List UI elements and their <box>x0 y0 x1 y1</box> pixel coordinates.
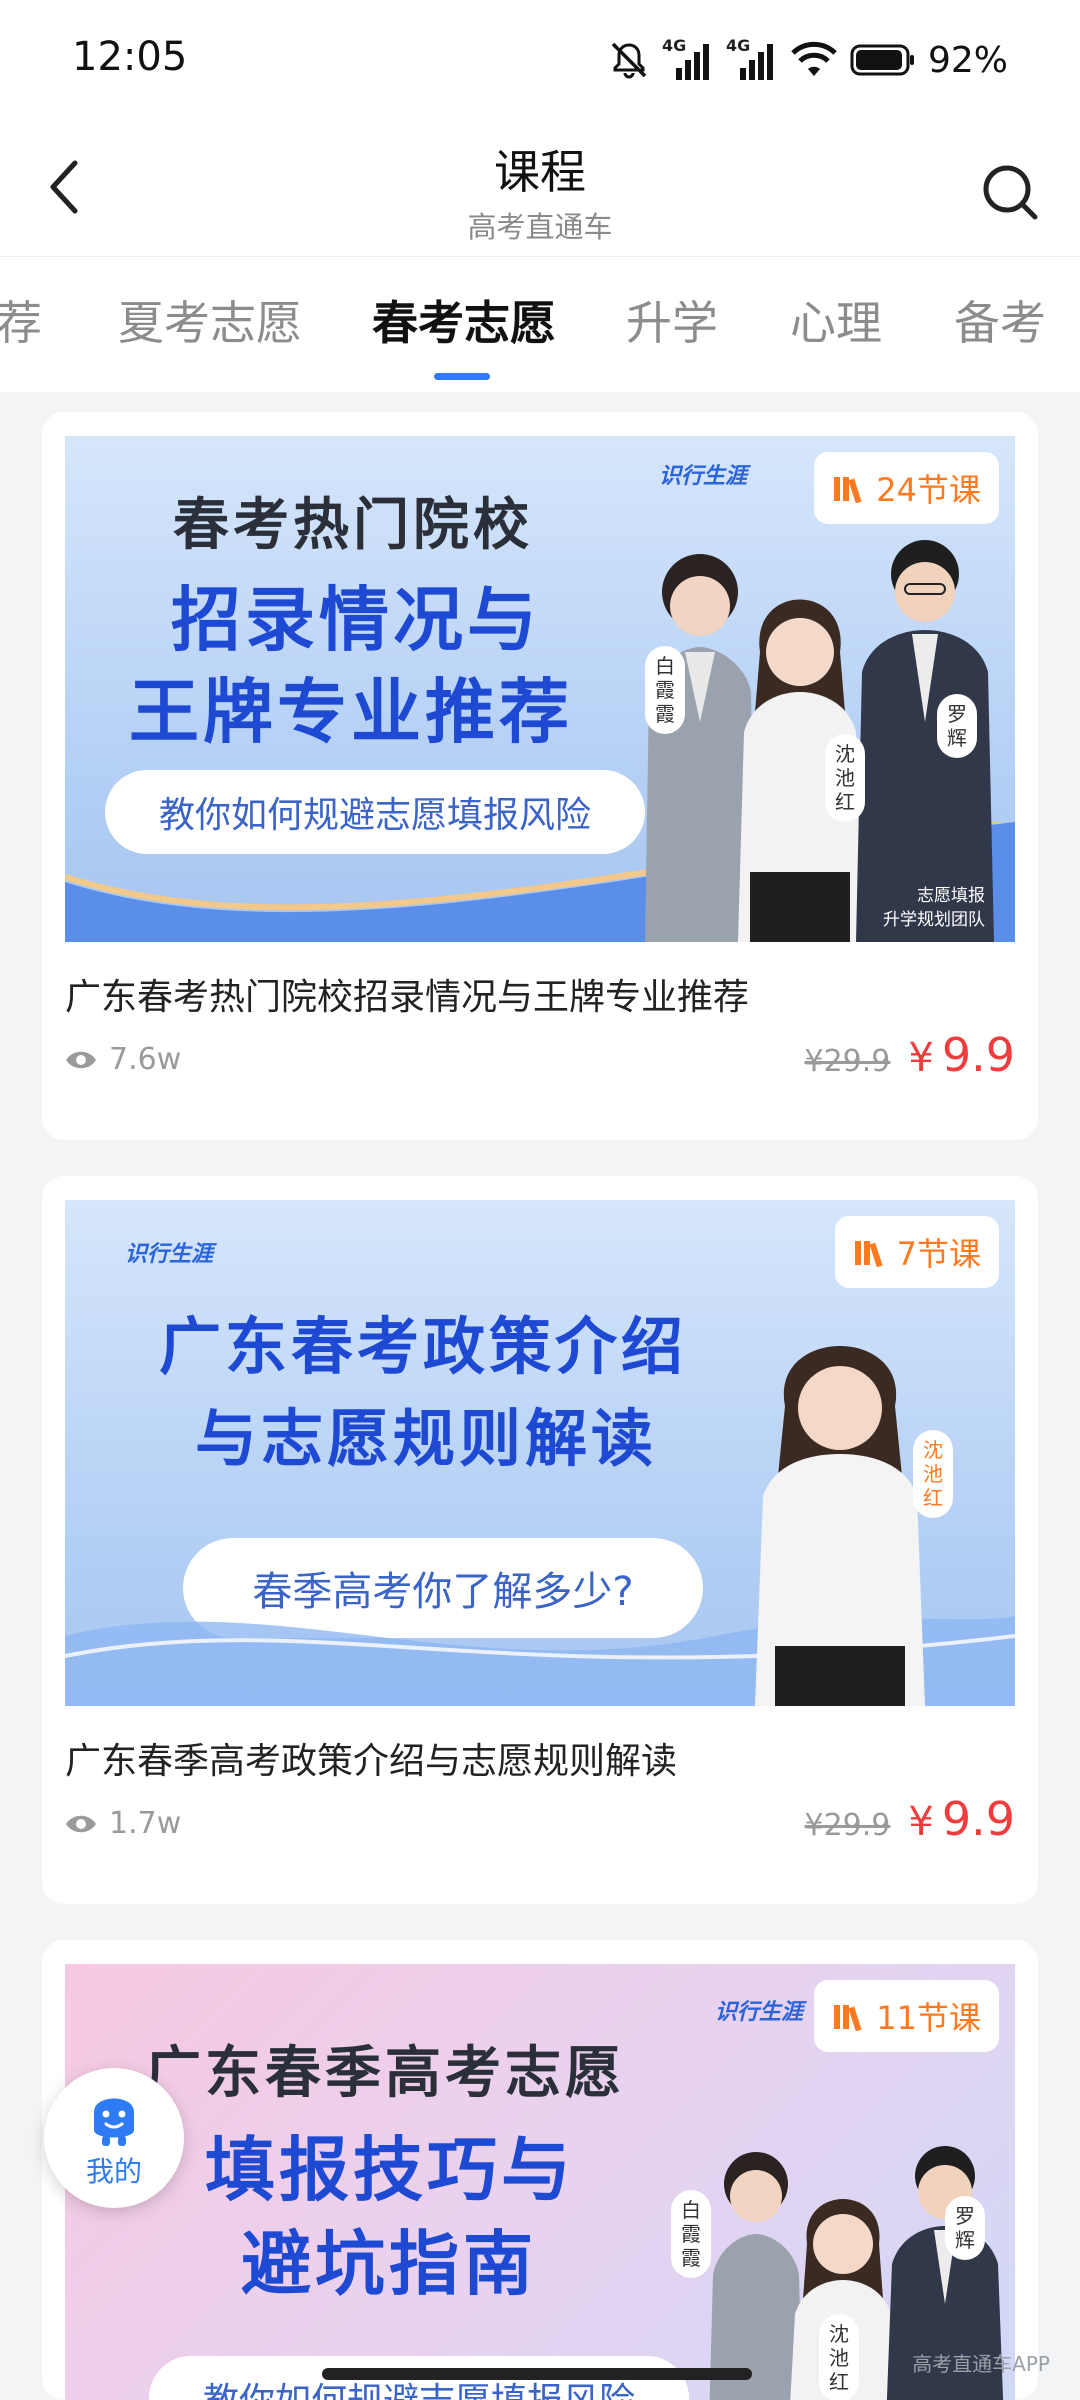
course-banner: 识行生涯 7节课 广东春考政策介绍 与志愿规则解读 春季高考你了解多少? 沈池红 <box>65 1200 1015 1706</box>
course-card[interactable]: 识行生涯 24节课 春考热门院校 招录情况与 王牌专业推荐 教你如何规避志愿填报… <box>42 412 1038 1140</box>
view-count-value: 7.6w <box>109 1042 182 1077</box>
team-label: 志愿填报 升学规划团队 <box>883 884 985 932</box>
tab-summer-exam[interactable]: 夏考志愿 <box>118 287 302 353</box>
eye-icon <box>66 1815 96 1832</box>
teacher-name-tag: 沈池红 <box>819 2314 859 2400</box>
battery-percent: 92% <box>927 39 1008 81</box>
current-price: ¥9.9 <box>908 1028 1015 1082</box>
page-subtitle: 高考直通车 <box>467 210 613 244</box>
brand-logo: 识行生涯 <box>659 464 748 489</box>
view-count: 7.6w <box>65 1042 181 1077</box>
price-group: ¥29.9 ¥9.9 <box>805 1792 1016 1846</box>
currency-symbol: ¥ <box>908 1799 934 1845</box>
tab-recommend[interactable]: 荐 <box>0 287 42 353</box>
my-profile-button[interactable]: 我的 <box>44 2068 184 2208</box>
teacher-name-tag: 罗辉 <box>937 694 977 758</box>
lesson-count: 11节课 <box>876 1999 981 2037</box>
category-tabs: 荐 夏考志愿 春考志愿 升学 心理 备考 <box>0 256 1080 392</box>
banner-headline-3: 避坑指南 <box>241 2223 537 2305</box>
tab-spring-exam[interactable]: 春考志愿 <box>372 287 556 353</box>
banner-headline-3: 王牌专业推荐 <box>129 671 573 753</box>
lesson-count: 24节课 <box>876 471 981 509</box>
tab-active-indicator <box>434 373 490 380</box>
books-icon <box>834 477 862 503</box>
brand-logo: 识行生涯 <box>715 2000 804 2025</box>
app-watermark: 高考直通车APP <box>912 2352 1050 2376</box>
page-title: 课程 <box>494 145 586 199</box>
teacher-photo <box>755 1346 925 1706</box>
wifi-icon <box>791 41 837 76</box>
tab-further-study[interactable]: 升学 <box>626 287 718 353</box>
teacher-name-tag: 白霞霞 <box>671 2190 711 2278</box>
course-meta: 7.6w ¥29.9 ¥9.9 <box>65 1028 1015 1098</box>
mute-bell-icon <box>611 42 647 79</box>
status-time: 12:05 <box>72 34 188 80</box>
search-icon <box>983 165 1038 220</box>
banner-headline-1: 春考热门院校 <box>173 493 533 558</box>
signal-bars-icon <box>739 44 773 80</box>
banner-headline-1: 广东春季高考志愿 <box>145 2041 625 2106</box>
original-price: ¥29.9 <box>804 1808 891 1843</box>
course-card[interactable]: 识行生涯 11节课 广东春季高考志愿 填报技巧与 避坑指南 教你如何规避志愿填报… <box>42 1940 1038 2400</box>
price-value: 9.9 <box>941 1792 1015 1846</box>
teacher-name-tag: 罗辉 <box>945 2196 985 2260</box>
view-count-value: 1.7w <box>109 1806 182 1841</box>
course-title: 广东春考热门院校招录情况与王牌专业推荐 <box>65 977 750 1018</box>
status-bar: 12:05 4G 4G 92% <box>0 0 1080 120</box>
teacher-photo <box>856 540 994 942</box>
search-button[interactable] <box>970 152 1050 232</box>
books-icon <box>854 1241 883 1267</box>
mascot-icon <box>94 2098 134 2146</box>
tab-exam-prep[interactable]: 备考 <box>954 287 1046 353</box>
signal-2: 4G <box>726 36 778 82</box>
original-price: ¥29.9 <box>804 1044 891 1079</box>
current-price: ¥9.9 <box>908 1792 1015 1846</box>
nav-bar: 课程 高考直通车 <box>0 120 1080 256</box>
lesson-count: 7节课 <box>896 1235 981 1273</box>
team-label-line: 升学规划团队 <box>883 910 985 930</box>
home-indicator[interactable] <box>322 2368 752 2380</box>
lesson-count-badge: 11节课 <box>814 1980 999 2052</box>
banner-headline-2: 招录情况与 <box>171 579 541 661</box>
tab-psychology[interactable]: 心理 <box>790 287 882 353</box>
course-banner: 识行生涯 24节课 春考热门院校 招录情况与 王牌专业推荐 教你如何规避志愿填报… <box>65 436 1015 942</box>
course-title: 广东春季高考政策介绍与志愿规则解读 <box>65 1741 678 1782</box>
lesson-count-badge: 7节课 <box>834 1216 999 1288</box>
eye-icon <box>66 1051 96 1068</box>
course-banner: 识行生涯 11节课 广东春季高考志愿 填报技巧与 避坑指南 教你如何规避志愿填报… <box>65 1964 1015 2400</box>
teacher-name-tag: 沈池红 <box>913 1430 953 1518</box>
view-count: 1.7w <box>65 1806 181 1841</box>
teacher-name-tag: 沈池红 <box>825 734 865 822</box>
course-meta: 1.7w ¥29.9 ¥9.9 <box>65 1792 1015 1862</box>
battery-icon <box>850 44 914 76</box>
brand-logo: 识行生涯 <box>125 1242 214 1267</box>
signal-bars-icon <box>675 44 709 80</box>
course-card[interactable]: 识行生涯 7节课 广东春考政策介绍 与志愿规则解读 春季高考你了解多少? 沈池红… <box>42 1176 1038 1904</box>
banner-headline-2: 填报技巧与 <box>205 2129 575 2211</box>
price-value: 9.9 <box>941 1028 1015 1082</box>
banner-headline-2: 与志愿规则解读 <box>195 1402 658 1475</box>
signal-1: 4G <box>662 36 714 82</box>
my-profile-label: 我的 <box>85 2155 142 2188</box>
status-icons: 4G 4G 92% <box>608 32 1008 88</box>
books-icon <box>834 2005 862 2031</box>
teacher-name-tag: 白霞霞 <box>645 646 685 734</box>
price-group: ¥29.9 ¥9.9 <box>805 1028 1016 1082</box>
team-label-line: 志愿填报 <box>917 886 985 906</box>
currency-symbol: ¥ <box>908 1035 934 1081</box>
banner-headline-1: 广东春考政策介绍 <box>159 1310 688 1383</box>
